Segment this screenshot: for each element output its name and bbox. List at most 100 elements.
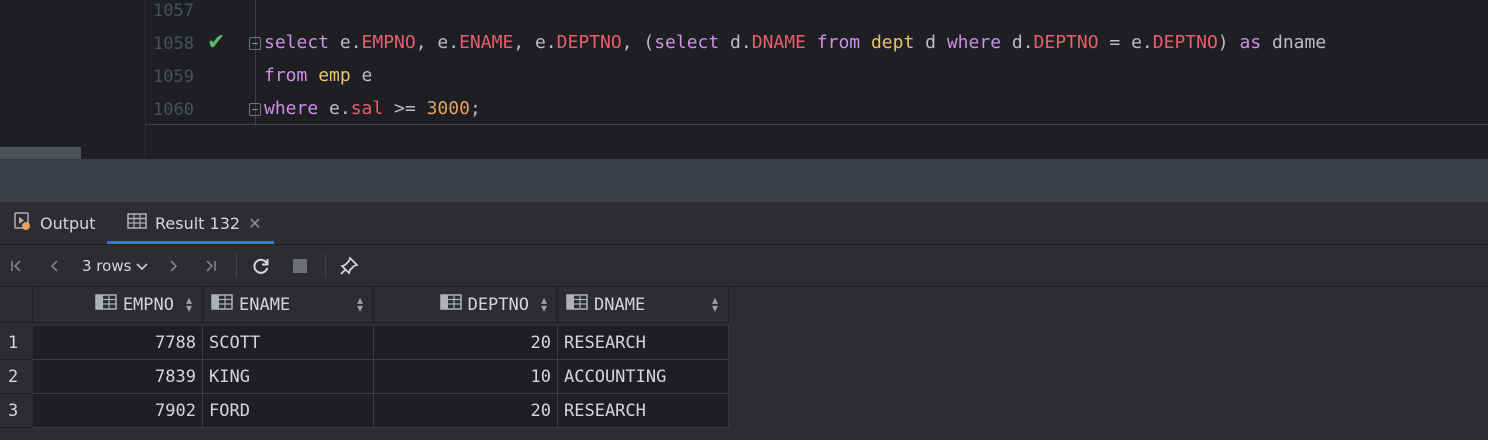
close-icon[interactable]: ✕: [248, 214, 261, 233]
column-header-ename[interactable]: ENAME ▴ ▾: [203, 287, 374, 323]
code-token: DEPTNO: [556, 32, 622, 53]
cell-ename[interactable]: KING: [203, 360, 374, 394]
services-tab-bar: Output Result 132 ✕: [0, 202, 1488, 245]
code-token: as: [1239, 32, 1262, 53]
horizontal-scrollbar[interactable]: [0, 147, 81, 159]
column-header-label: ENAME: [239, 294, 291, 315]
code-token: 3000: [426, 98, 470, 119]
stop-icon[interactable]: [289, 245, 311, 286]
code-token: from: [264, 65, 308, 86]
cell-deptno[interactable]: 20: [374, 394, 558, 428]
code-token: emp: [318, 65, 351, 86]
code-token: e.: [329, 32, 362, 53]
code-token: , e.: [415, 32, 460, 53]
result-toolbar: 3 rows: [0, 245, 1488, 287]
column-header-empno[interactable]: EMPNO ▴ ▾: [33, 287, 203, 323]
toolbar-separator: [325, 254, 326, 278]
line-number: 1059: [153, 67, 194, 87]
code-token: d.: [719, 32, 752, 53]
code-token: where: [946, 32, 1002, 53]
code-token: DEPTNO: [1152, 32, 1218, 53]
code-line-1058[interactable]: select e.EMPNO, e.ENAME, e.DEPTNO, (sele…: [264, 32, 1326, 54]
row-number[interactable]: 3: [0, 394, 32, 428]
code-token: ): [1217, 32, 1240, 53]
sql-editor[interactable]: 1057 1058 1059 1060 ✔ select e.EMPNO, e.…: [0, 0, 1488, 160]
cell-deptno[interactable]: 20: [374, 326, 558, 360]
column-icon: [95, 294, 117, 315]
rows-dropdown[interactable]: 3 rows: [82, 245, 148, 286]
code-token: d.: [1001, 32, 1034, 53]
tab-result-label: Result 132: [155, 213, 241, 233]
row-number[interactable]: 1: [0, 326, 32, 360]
tab-output[interactable]: Output: [14, 202, 96, 244]
next-page-icon[interactable]: [162, 245, 184, 286]
check-icon: ✔: [207, 30, 226, 55]
fold-icon[interactable]: [249, 103, 261, 116]
column-header-label: DEPTNO: [467, 294, 529, 315]
first-page-icon[interactable]: [6, 245, 28, 286]
code-token: dept: [870, 32, 915, 53]
code-token: , e.: [513, 32, 557, 53]
editor-divider: [145, 124, 1488, 125]
sort-icon[interactable]: ▴ ▾: [357, 294, 363, 314]
column-header-deptno[interactable]: DEPTNO ▴ ▾: [374, 287, 558, 323]
toolbar-separator: [236, 254, 237, 278]
column-header-dname[interactable]: DNAME ▴ ▾: [558, 287, 729, 323]
code-token: e.: [318, 98, 351, 119]
panel-splitter[interactable]: [0, 161, 1488, 202]
cell-empno[interactable]: 7788: [33, 326, 203, 360]
sort-icon[interactable]: ▴ ▾: [541, 294, 547, 314]
fold-icon[interactable]: [249, 37, 261, 50]
output-icon: [14, 211, 32, 235]
sort-icon[interactable]: ▴ ▾: [712, 294, 718, 314]
refresh-icon[interactable]: [249, 245, 273, 286]
chevron-down-icon: [136, 257, 148, 275]
code-line-1060[interactable]: where e.sal >= 3000;: [264, 98, 481, 120]
code-line-1059[interactable]: from emp e: [264, 65, 372, 87]
cell-dname[interactable]: RESEARCH: [558, 394, 729, 428]
column-header-label: EMPNO: [122, 294, 174, 315]
line-number: 1057: [153, 1, 194, 21]
last-page-icon[interactable]: [199, 245, 221, 286]
tab-result[interactable]: Result 132 ✕: [107, 202, 274, 244]
code-token: DNAME: [751, 32, 806, 53]
code-token: EMPNO: [361, 32, 416, 53]
column-icon: [566, 294, 588, 315]
code-token: d: [914, 32, 947, 53]
editor-gutter: [0, 0, 146, 160]
cell-empno[interactable]: 7902: [33, 394, 203, 428]
tab-output-label: Output: [40, 213, 96, 233]
code-token: , (: [621, 32, 655, 53]
code-token: where: [264, 98, 319, 119]
cell-dname[interactable]: RESEARCH: [558, 326, 729, 360]
cell-ename[interactable]: FORD: [203, 394, 374, 428]
code-token: >=: [383, 98, 427, 119]
cell-deptno[interactable]: 10: [374, 360, 558, 394]
prev-page-icon[interactable]: [44, 245, 66, 286]
line-number: 1058: [153, 34, 194, 54]
code-token: dname: [1261, 32, 1327, 53]
result-grid[interactable]: EMPNO ▴ ▾ ENAME ▴ ▾ DEPTNO ▴ ▾ DNAME ▴ ▾ 1 7…: [0, 287, 730, 440]
code-token: ;: [469, 98, 481, 119]
code-token: DEPTNO: [1033, 32, 1099, 53]
code-token: = e.: [1098, 32, 1153, 53]
row-number[interactable]: 2: [0, 360, 32, 394]
column-header-label: DNAME: [594, 294, 646, 315]
code-token: sal: [350, 98, 384, 119]
code-token: from: [816, 32, 861, 53]
cell-ename[interactable]: SCOTT: [203, 326, 374, 360]
table-icon: [127, 213, 147, 233]
cell-dname[interactable]: ACCOUNTING: [558, 360, 729, 394]
code-token: select: [264, 32, 330, 53]
column-icon: [211, 294, 233, 315]
code-token: select: [654, 32, 720, 53]
grid-corner: [0, 287, 33, 323]
sort-icon[interactable]: ▴ ▾: [186, 294, 192, 314]
cell-empno[interactable]: 7839: [33, 360, 203, 394]
rows-dropdown-label: 3 rows: [82, 256, 132, 275]
code-token: ENAME: [459, 32, 514, 53]
pin-icon[interactable]: [337, 245, 361, 286]
